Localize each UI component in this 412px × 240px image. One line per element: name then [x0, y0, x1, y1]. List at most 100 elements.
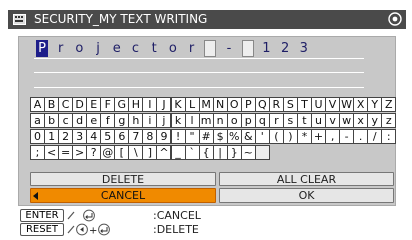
keyboard-key[interactable]: W — [339, 97, 355, 112]
keyboard-key[interactable]: > — [72, 145, 88, 160]
keyboard-key[interactable]: E — [86, 97, 102, 112]
keyboard-key[interactable]: ) — [282, 129, 298, 144]
keyboard-key[interactable]: } — [226, 145, 242, 160]
keyboard-key[interactable]: X — [353, 97, 369, 112]
keyboard-key[interactable]: H — [128, 97, 144, 112]
keyboard-key[interactable]: D — [72, 97, 88, 112]
keyboard-key[interactable]: { — [198, 145, 214, 160]
keyboard-key[interactable]: a — [30, 113, 46, 128]
cancel-button[interactable]: CANCEL — [30, 188, 216, 203]
keyboard-key[interactable]: < — [44, 145, 60, 160]
keyboard-key[interactable]: v — [325, 113, 341, 128]
keyboard-key[interactable]: ? — [86, 145, 102, 160]
keyboard-key[interactable]: 3 — [72, 129, 88, 144]
keyboard-key[interactable]: B — [44, 97, 60, 112]
keyboard-key[interactable]: % — [226, 129, 242, 144]
keyboard-key[interactable]: ~ — [240, 145, 256, 160]
keyboard-key[interactable]: @ — [100, 145, 116, 160]
keyboard-key[interactable]: Z — [381, 97, 397, 112]
keyboard-key[interactable]: [ — [114, 145, 130, 160]
keyboard-key[interactable]: 9 — [156, 129, 172, 144]
keyboard-key[interactable]: + — [311, 129, 327, 144]
keyboard-key[interactable]: ` — [184, 145, 200, 160]
keyboard-key[interactable]: m — [198, 113, 214, 128]
keyboard-key[interactable]: P — [240, 97, 256, 112]
keyboard-key[interactable]: O — [226, 97, 242, 112]
keyboard-key[interactable]: K — [170, 97, 186, 112]
keyboard-key[interactable]: ; — [30, 145, 46, 160]
keyboard-key[interactable]: A — [30, 97, 46, 112]
keyboard-key[interactable]: G — [114, 97, 130, 112]
keyboard-key[interactable]: L — [184, 97, 200, 112]
keyboard-key[interactable]: $ — [212, 129, 228, 144]
keyboard-key[interactable]: n — [212, 113, 228, 128]
keyboard-key[interactable]: Q — [254, 97, 270, 112]
keyboard-key[interactable]: , — [325, 129, 341, 144]
keyboard-key[interactable]: c — [58, 113, 74, 128]
keyboard-key[interactable]: T — [296, 97, 312, 112]
keyboard-key[interactable]: ! — [170, 129, 186, 144]
keyboard-key[interactable]: J — [156, 97, 172, 112]
keyboard-key[interactable]: S — [282, 97, 298, 112]
keyboard-key[interactable]: 5 — [100, 129, 116, 144]
text-entry-field[interactable]: Projector-123 — [36, 40, 361, 58]
keyboard-key[interactable]: _ — [170, 145, 186, 160]
keyboard-key[interactable]: N — [212, 97, 228, 112]
keyboard-key[interactable]: 8 — [142, 129, 158, 144]
keyboard-key[interactable]: / — [367, 129, 383, 144]
ok-button[interactable]: OK — [219, 188, 394, 203]
keyboard-key[interactable]: q — [254, 113, 270, 128]
keyboard-key[interactable]: ( — [268, 129, 284, 144]
keyboard-key[interactable]: x — [353, 113, 369, 128]
keyboard-key[interactable]: e — [86, 113, 102, 128]
keyboard-key[interactable]: Y — [367, 97, 383, 112]
keyboard-key[interactable]: h — [128, 113, 144, 128]
keyboard-key[interactable]: d — [72, 113, 88, 128]
keyboard-key[interactable]: 2 — [58, 129, 74, 144]
keyboard-key[interactable]: l — [184, 113, 200, 128]
keyboard-key[interactable]: ' — [254, 129, 270, 144]
keyboard-key[interactable]: 7 — [128, 129, 144, 144]
keyboard-key[interactable]: u — [311, 113, 327, 128]
keyboard-key[interactable]: ^ — [156, 145, 172, 160]
keyboard-key[interactable]: b — [44, 113, 60, 128]
keyboard-key[interactable]: w — [339, 113, 355, 128]
keyboard-key[interactable]: " — [184, 129, 200, 144]
keyboard-key[interactable]: V — [325, 97, 341, 112]
keyboard-key[interactable]: # — [198, 129, 214, 144]
keyboard-key[interactable]: t — [296, 113, 312, 128]
keyboard-key[interactable]: C — [58, 97, 74, 112]
delete-button[interactable]: DELETE — [30, 172, 216, 186]
keyboard-key[interactable]: I — [142, 97, 158, 112]
keyboard-key[interactable]: g — [114, 113, 130, 128]
keyboard-key[interactable]: y — [367, 113, 383, 128]
keyboard-key[interactable]: . — [353, 129, 369, 144]
keyboard-key[interactable]: & — [240, 129, 256, 144]
close-icon[interactable] — [388, 12, 402, 26]
keyboard-key[interactable]: - — [339, 129, 355, 144]
keyboard-key[interactable]: = — [58, 145, 74, 160]
keyboard-key[interactable]: f — [100, 113, 116, 128]
keyboard-key[interactable]: : — [381, 129, 397, 144]
keyboard-key[interactable]: 1 — [44, 129, 60, 144]
keyboard-key[interactable]: k — [170, 113, 186, 128]
keyboard-key[interactable]: s — [282, 113, 298, 128]
keyboard-key[interactable]: ] — [142, 145, 158, 160]
keyboard-key[interactable]: F — [100, 97, 116, 112]
keyboard-key[interactable]: R — [268, 97, 284, 112]
keyboard-key[interactable]: o — [226, 113, 242, 128]
keyboard-key[interactable]: 0 — [30, 129, 46, 144]
keyboard-key[interactable]: 4 — [86, 129, 102, 144]
all-clear-button[interactable]: ALL CLEAR — [219, 172, 394, 186]
keyboard-key[interactable]: U — [311, 97, 327, 112]
keyboard-key[interactable]: z — [381, 113, 397, 128]
keyboard-key[interactable]: | — [212, 145, 228, 160]
keyboard-key[interactable]: M — [198, 97, 214, 112]
keyboard-key[interactable]: i — [142, 113, 158, 128]
keyboard-key[interactable]: j — [156, 113, 172, 128]
keyboard-key[interactable]: p — [240, 113, 256, 128]
keyboard-key[interactable]: r — [268, 113, 284, 128]
keyboard-key[interactable]: * — [296, 129, 312, 144]
keyboard-key[interactable]: 6 — [114, 129, 130, 144]
keyboard-key-space[interactable] — [254, 145, 270, 160]
